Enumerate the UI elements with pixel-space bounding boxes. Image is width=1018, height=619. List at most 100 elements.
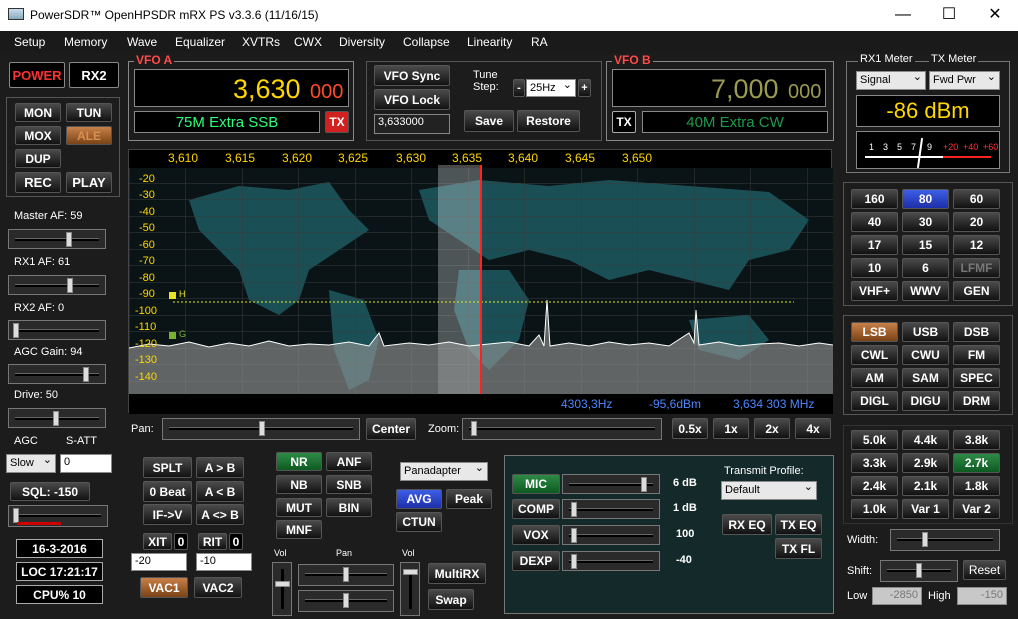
band-button-40[interactable]: 40 <box>851 212 898 232</box>
band-button-20[interactable]: 20 <box>953 212 1000 232</box>
mode-button-fm[interactable]: FM <box>953 345 1000 365</box>
mic-slider[interactable] <box>562 474 660 494</box>
rx2-button[interactable]: RX2 <box>69 62 119 88</box>
menu-memory[interactable]: Memory <box>64 35 107 49</box>
zoom-4x-button[interactable]: 4x <box>795 418 831 439</box>
rx2-af-slider[interactable] <box>8 320 106 340</box>
band-button-vhf-plus[interactable]: VHF+ <box>851 281 898 301</box>
save-button[interactable]: Save <box>464 110 514 132</box>
dexp-slider[interactable] <box>562 551 660 571</box>
filter-button-var-1[interactable]: Var 1 <box>902 499 949 519</box>
restore-button[interactable]: Restore <box>517 110 580 132</box>
minimize-button[interactable]: — <box>888 4 918 26</box>
mode-button-drm[interactable]: DRM <box>953 391 1000 411</box>
band-button-12[interactable]: 12 <box>953 235 1000 255</box>
tx-meter-select[interactable]: Fwd Pwr <box>929 70 1000 90</box>
tx-eq-button[interactable]: TX EQ <box>775 514 822 535</box>
filter-button-3-3k[interactable]: 3.3k <box>851 453 898 473</box>
agc-mode-select[interactable]: Slow <box>6 453 56 473</box>
comp-button[interactable]: COMP <box>512 499 560 519</box>
menu-setup[interactable]: Setup <box>14 35 45 49</box>
if-to-vfo-button[interactable]: IF->V <box>143 504 192 525</box>
menu-equalizer[interactable]: Equalizer <box>175 35 225 49</box>
sql-button[interactable]: SQL: -150 <box>10 482 90 501</box>
rit-stepper[interactable]: -10 <box>196 553 252 571</box>
bin-button[interactable]: BIN <box>326 498 372 517</box>
menu-wave[interactable]: Wave <box>127 35 157 49</box>
rx-eq-button[interactable]: RX EQ <box>722 514 772 535</box>
menu-linearity[interactable]: Linearity <box>467 35 512 49</box>
band-button-10[interactable]: 10 <box>851 258 898 278</box>
filter-low-input[interactable]: -2850 <box>872 587 922 605</box>
b-to-a-button[interactable]: A < B <box>196 481 244 502</box>
low-marker[interactable] <box>169 332 176 339</box>
swap-ab-button[interactable]: A <> B <box>196 504 244 525</box>
power-button[interactable]: POWER <box>9 62 65 88</box>
zoom-slider[interactable] <box>462 418 662 440</box>
vfo-a-tx-button[interactable]: TX <box>325 111 349 133</box>
filter-button-1-0k[interactable]: 1.0k <box>851 499 898 519</box>
vac2-button[interactable]: VAC2 <box>194 577 242 598</box>
band-button-17[interactable]: 17 <box>851 235 898 255</box>
mon-button[interactable]: MON <box>15 103 61 122</box>
a-to-b-button[interactable]: A > B <box>196 457 244 478</box>
zoom-2x-button[interactable]: 2x <box>754 418 790 439</box>
zoom-1x-button[interactable]: 1x <box>713 418 749 439</box>
mode-button-dsb[interactable]: DSB <box>953 322 1000 342</box>
multirx-button[interactable]: MultiRX <box>428 563 486 584</box>
anf-button[interactable]: ANF <box>326 452 372 471</box>
menu-collapse[interactable]: Collapse <box>403 35 450 49</box>
peak-button[interactable]: Peak <box>446 489 492 509</box>
sql-slider[interactable] <box>8 505 108 527</box>
mnf-button[interactable]: MNF <box>276 520 322 539</box>
menu-xvtrs[interactable]: XVTRs <box>242 35 280 49</box>
xit-button[interactable]: XIT <box>143 533 172 550</box>
tx-filter-button[interactable]: TX FL <box>775 538 822 559</box>
filter-button-2-1k[interactable]: 2.1k <box>902 476 949 496</box>
vfo-a-frequency-display[interactable]: 3,630 000 <box>134 69 349 107</box>
rx1-af-slider[interactable] <box>8 275 106 295</box>
band-button-30[interactable]: 30 <box>902 212 949 232</box>
filter-button-var-2[interactable]: Var 2 <box>953 499 1000 519</box>
tun-button[interactable]: TUN <box>66 103 112 122</box>
mode-button-spec[interactable]: SPEC <box>953 368 1000 388</box>
panadapter-display[interactable]: 3,610 3,615 3,620 3,625 3,630 3,635 3,64… <box>128 149 833 414</box>
band-button-80[interactable]: 80 <box>902 189 949 209</box>
nr-button[interactable]: NR <box>276 452 322 471</box>
filter-button-3-8k[interactable]: 3.8k <box>953 430 1000 450</box>
comp-slider[interactable] <box>562 499 660 519</box>
xit-stepper[interactable]: -20 <box>131 553 187 571</box>
mut-button[interactable]: MUT <box>276 498 322 517</box>
tune-step-select[interactable]: 25Hz <box>526 78 576 97</box>
band-button-lfmf[interactable]: LFMF <box>953 258 1000 278</box>
filter-button-2-4k[interactable]: 2.4k <box>851 476 898 496</box>
rx1-meter-select[interactable]: Signal <box>856 70 926 90</box>
menu-diversity[interactable]: Diversity <box>339 35 385 49</box>
rx1-pan-slider[interactable] <box>298 564 394 586</box>
nb-button[interactable]: NB <box>276 475 322 494</box>
rec-button[interactable]: REC <box>15 172 61 193</box>
maximize-button[interactable]: ☐ <box>934 4 964 26</box>
s-att-stepper[interactable]: 0 <box>60 454 112 473</box>
display-mode-select[interactable]: Panadapter <box>400 461 488 481</box>
zoom-0.5x-button[interactable]: 0.5x <box>672 418 708 439</box>
band-button-6[interactable]: 6 <box>902 258 949 278</box>
band-button-60[interactable]: 60 <box>953 189 1000 209</box>
filter-button-1-8k[interactable]: 1.8k <box>953 476 1000 496</box>
band-button-15[interactable]: 15 <box>902 235 949 255</box>
filter-button-2-9k[interactable]: 2.9k <box>902 453 949 473</box>
mode-button-cwu[interactable]: CWU <box>902 345 949 365</box>
ale-button[interactable]: ALE <box>66 126 112 145</box>
dup-button[interactable]: DUP <box>15 149 61 168</box>
rx1-vol-slider[interactable] <box>272 562 292 616</box>
swap-button[interactable]: Swap <box>428 589 474 610</box>
transmit-profile-select[interactable]: Default <box>721 480 817 500</box>
reset-button[interactable]: Reset <box>963 560 1006 580</box>
tune-step-minus[interactable]: - <box>513 79 525 97</box>
mode-button-digu[interactable]: DIGU <box>902 391 949 411</box>
mic-button[interactable]: MIC <box>512 474 560 494</box>
vfo-b-frequency-display[interactable]: 7,000 000 <box>612 69 826 107</box>
rx2-pan-slider[interactable] <box>298 590 394 612</box>
master-af-slider[interactable] <box>8 229 106 249</box>
mode-button-usb[interactable]: USB <box>902 322 949 342</box>
